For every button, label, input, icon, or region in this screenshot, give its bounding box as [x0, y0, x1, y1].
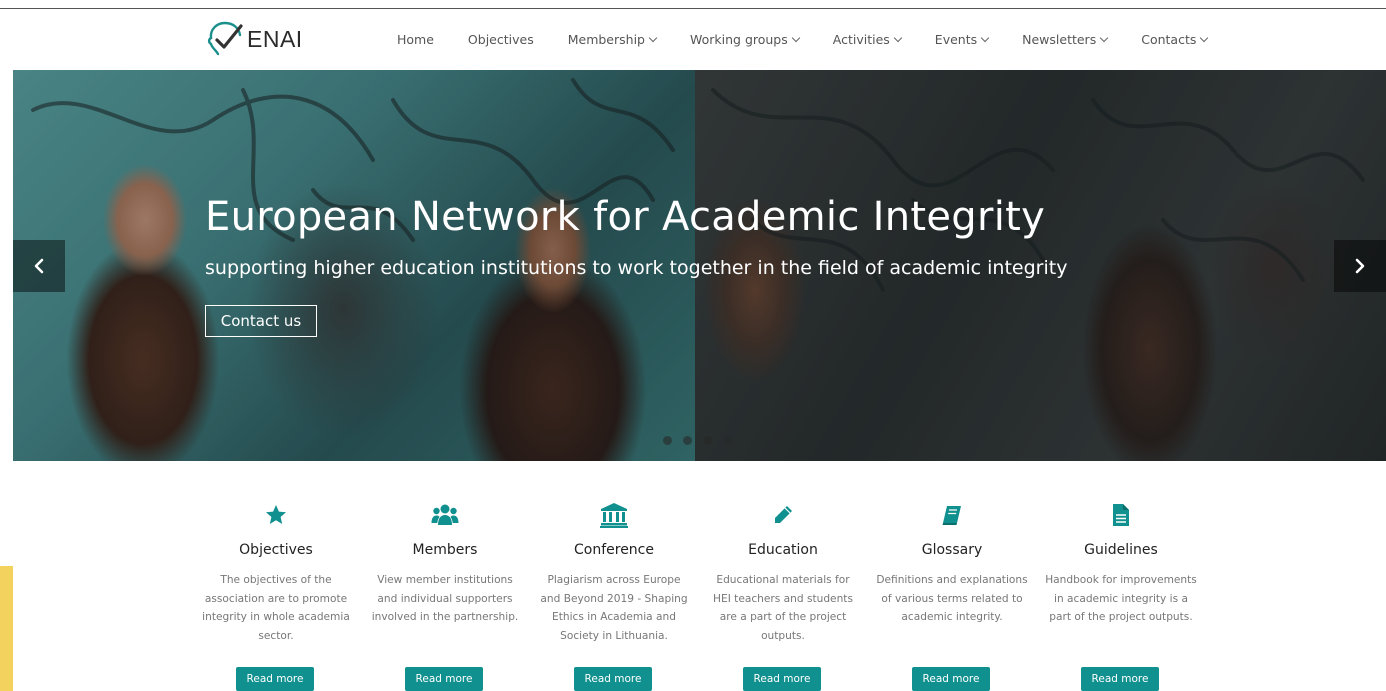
book-icon	[867, 500, 1037, 530]
carousel-dot-2[interactable]	[683, 436, 692, 445]
read-more-button[interactable]: Read more	[236, 667, 314, 691]
feature-title: Education	[748, 542, 818, 558]
chevron-down-icon	[648, 33, 658, 42]
nav-newsletters[interactable]: Newsletters	[1022, 32, 1109, 47]
logo-text: ENAI	[247, 25, 303, 52]
features-section: Objectives The objectives of the associa…	[191, 500, 1211, 691]
feature-description: The objectives of the association are to…	[202, 574, 350, 642]
logo[interactable]: ENAI	[206, 19, 303, 59]
main-nav: Home Objectives Membership Working group…	[397, 9, 1241, 70]
feature-members: Members View member institutions and ind…	[360, 500, 530, 691]
nav-home[interactable]: Home	[397, 32, 434, 47]
chevron-down-icon	[1099, 33, 1109, 42]
carousel-next-button[interactable]	[1334, 240, 1386, 292]
contact-us-button[interactable]: Contact us	[205, 305, 317, 337]
hero-carousel: European Network for Academic Integrity …	[13, 70, 1386, 461]
feature-description: Plagiarism across Europe and Beyond 2019…	[540, 574, 688, 642]
nav-activities-label: Activities	[832, 32, 890, 47]
nav-newsletters-label: Newsletters	[1022, 32, 1097, 47]
feature-title: Members	[412, 542, 478, 558]
chevron-down-icon	[980, 33, 990, 42]
feature-description: Definitions and explanations of various …	[876, 574, 1028, 624]
nav-working-groups[interactable]: Working groups	[689, 32, 801, 47]
carousel-dot-1[interactable]	[663, 436, 672, 445]
feature-education: Education Educational materials for HEI …	[698, 500, 868, 691]
carousel-prev-button[interactable]	[13, 240, 65, 292]
star-icon	[191, 500, 361, 530]
feature-description: Handbook for improvements in academic in…	[1045, 574, 1197, 624]
nav-objectives[interactable]: Objectives	[468, 32, 534, 47]
carousel-indicators	[663, 436, 743, 445]
nav-home-label: Home	[397, 32, 434, 47]
chevron-down-icon	[791, 33, 801, 42]
carousel-dot-4[interactable]	[723, 436, 732, 445]
feature-description: Educational materials for HEI teachers a…	[713, 574, 853, 642]
feature-title: Conference	[573, 542, 654, 558]
chevron-down-icon	[893, 33, 903, 42]
read-more-button[interactable]: Read more	[405, 667, 483, 691]
feature-objectives: Objectives The objectives of the associa…	[191, 500, 361, 691]
feature-description: View member institutions and individual …	[371, 574, 519, 624]
site-header: ENAI Home Objectives Membership Working …	[0, 9, 1386, 70]
institution-icon	[529, 500, 699, 530]
nav-events[interactable]: Events	[934, 32, 990, 47]
nav-activities[interactable]: Activities	[832, 32, 903, 47]
hero-subtitle: supporting higher education institutions…	[205, 257, 1068, 279]
read-more-button[interactable]: Read more	[574, 667, 652, 691]
nav-events-label: Events	[934, 32, 978, 47]
read-more-button[interactable]: Read more	[1081, 667, 1159, 691]
nav-membership[interactable]: Membership	[567, 32, 658, 47]
feature-title: Glossary	[921, 542, 983, 558]
nav-objectives-label: Objectives	[467, 32, 534, 47]
carousel-dot-3[interactable]	[703, 436, 712, 445]
document-icon	[1036, 500, 1206, 530]
read-more-button[interactable]: Read more	[912, 667, 990, 691]
nav-working-groups-label: Working groups	[689, 32, 788, 47]
enai-head-check-logo-icon	[207, 21, 243, 56]
pencil-icon	[698, 500, 868, 530]
feature-conference: Conference Plagiarism across Europe and …	[529, 500, 699, 691]
nav-contacts-label: Contacts	[1141, 32, 1197, 47]
feature-glossary: Glossary Definitions and explanations of…	[867, 500, 1037, 691]
hero-title: European Network for Academic Integrity	[205, 194, 1046, 240]
feature-guidelines: Guidelines Handbook for improvements in …	[1036, 500, 1206, 691]
chevron-right-icon	[1355, 258, 1365, 274]
side-accent-tab[interactable]	[0, 566, 13, 691]
feature-title: Guidelines	[1084, 542, 1158, 558]
users-icon	[360, 500, 530, 530]
nav-contacts[interactable]: Contacts	[1141, 32, 1209, 47]
read-more-button[interactable]: Read more	[743, 667, 821, 691]
chevron-left-icon	[34, 258, 44, 274]
chevron-down-icon	[1200, 33, 1209, 42]
feature-title: Objectives	[239, 542, 313, 558]
nav-membership-label: Membership	[567, 32, 645, 47]
